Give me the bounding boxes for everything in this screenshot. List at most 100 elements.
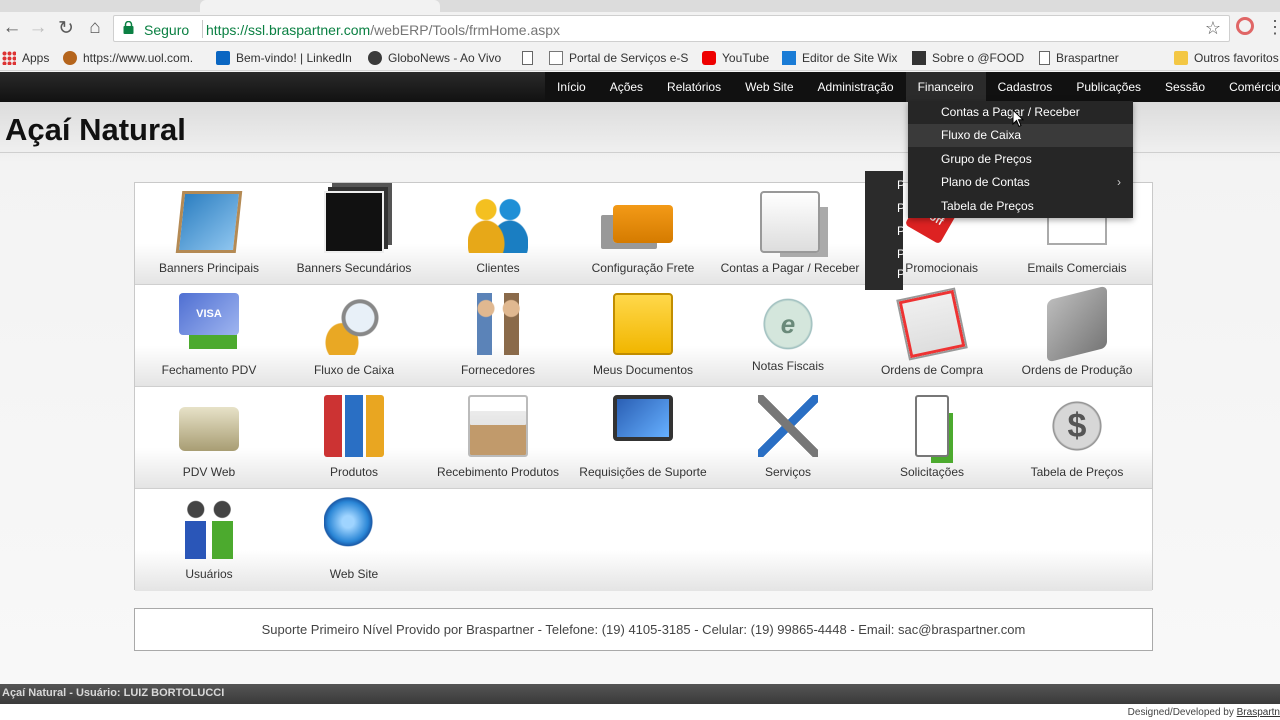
bookmark-label: Braspartner	[1056, 51, 1119, 65]
bookmark-page[interactable]	[522, 49, 539, 67]
bookmark-other-favorites[interactable]: Outros favoritos	[1174, 49, 1279, 67]
tile-ordens-de-compra[interactable]: Ordens de Compra	[860, 285, 1004, 387]
active-tab[interactable]	[200, 0, 440, 12]
package-icon	[468, 395, 528, 457]
popup-item[interactable]: P	[897, 201, 903, 215]
popup-item[interactable]: P	[897, 178, 903, 192]
nav-item-inicio[interactable]: Início	[545, 72, 598, 102]
tile-label: Meus Documentos	[592, 363, 694, 377]
easel-icon	[175, 191, 243, 253]
nfe-icon: e	[758, 293, 818, 355]
photos-icon	[324, 191, 384, 253]
module-row: VISA Fechamento PDV Fluxo de Caixa Fornec…	[135, 285, 1152, 387]
popup-item[interactable]: P	[897, 247, 903, 261]
nav-item-comercio[interactable]: Comércio	[1217, 72, 1280, 102]
dropdown-item-tabela-de-precos[interactable]: Tabela de Preços	[908, 195, 1133, 218]
bookmark-globonews[interactable]: GloboNews - Ao Vivo	[368, 49, 501, 67]
omnibox-divider	[202, 20, 203, 38]
tile-pdv-web[interactable]: PDV Web	[137, 387, 281, 489]
bills-icon	[760, 191, 820, 253]
bookmark-food[interactable]: Sobre o @FOOD	[912, 49, 1024, 67]
tile-notas-fiscais[interactable]: e Notas Fiscais	[716, 285, 860, 387]
developer-link[interactable]: Braspartn	[1237, 707, 1280, 718]
bookmark-apps[interactable]: Apps	[2, 49, 49, 67]
tile-clientes[interactable]: Clientes	[426, 183, 570, 285]
tile-banners-principais[interactable]: Banners Principais	[137, 183, 281, 285]
nav-item-publicacoes[interactable]: Publicações	[1064, 72, 1153, 102]
bookmark-braspartner[interactable]: Braspartner	[1039, 49, 1119, 67]
tile-produtos[interactable]: Produtos	[282, 387, 426, 489]
nav-item-cadastros[interactable]: Cadastros	[986, 72, 1065, 102]
dropdown-item-label: Plano de Contas	[941, 175, 1030, 189]
tile-usuarios[interactable]: Usuários	[137, 489, 281, 591]
browser-toolbar: ← → ↻ ⌂ Seguro https://ssl.braspartner.c…	[0, 12, 1280, 44]
bookmark-wix[interactable]: Editor de Site Wix	[782, 49, 897, 67]
module-row: Usuários Web Site	[135, 489, 1152, 591]
url-host: https://ssl.braspartner.com	[206, 22, 371, 38]
bookmark-linkedin[interactable]: Bem-vindo! | LinkedIn	[216, 49, 352, 67]
url-text[interactable]: https://ssl.braspartner.com/webERP/Tools…	[206, 22, 560, 38]
bookmark-star-icon[interactable]: ☆	[1205, 18, 1221, 39]
nav-item-web-site[interactable]: Web Site	[733, 72, 805, 102]
bookmark-label: Bem-vindo! | LinkedIn	[236, 51, 352, 65]
tile-configuracao-frete[interactable]: Configuração Frete	[571, 183, 715, 285]
bookmark-label: YouTube	[722, 51, 770, 65]
dropdown-item-plano-de-contas[interactable]: Plano de Contas ›	[908, 171, 1133, 194]
main-menu: Início Ações Relatórios Web Site Adminis…	[545, 72, 1280, 102]
bookmark-label: https://www.uol.com.	[83, 51, 194, 65]
tile-contas-pagar-receber[interactable]: Contas a Pagar / Receber	[718, 183, 862, 285]
browser-menu-icon[interactable]: ⋮	[1266, 14, 1280, 40]
nav-item-administracao[interactable]: Administração	[806, 72, 906, 102]
food-icon	[912, 51, 926, 65]
session-user-info: Açaí Natural - Usuário: LUIZ BORTOLUCCI	[2, 687, 225, 699]
tile-label: PDV Web	[182, 465, 236, 479]
extension-icon[interactable]	[1236, 17, 1254, 35]
tile-servicos[interactable]: Serviços	[716, 387, 860, 489]
popup-item[interactable]: P	[897, 224, 903, 238]
url-path: /webERP/Tools/frmHome.aspx	[370, 22, 561, 38]
popup-item[interactable]: P	[897, 267, 903, 281]
bookmark-uol[interactable]: https://www.uol.com.	[63, 49, 193, 67]
tile-label: Ordens de Compra	[880, 363, 984, 377]
module-row: PDV Web Produtos Recebimento Produtos Re…	[135, 387, 1152, 489]
uol-icon	[63, 51, 77, 65]
tile-fechamento-pdv[interactable]: VISA Fechamento PDV	[137, 285, 281, 387]
reload-icon[interactable]: ↻	[54, 16, 78, 40]
tile-banners-secundarios[interactable]: Banners Secundários	[282, 183, 426, 285]
tile-recebimento-produtos[interactable]: Recebimento Produtos	[426, 387, 570, 489]
tile-meus-documentos[interactable]: Meus Documentos	[571, 285, 715, 387]
tile-web-site[interactable]: Web Site	[282, 489, 426, 591]
tile-label: Usuários	[185, 567, 233, 581]
bookmark-portal[interactable]: Portal de Serviços e-S	[549, 49, 688, 67]
nav-item-acoes[interactable]: Ações	[598, 72, 655, 102]
bookmarks-bar: Apps https://www.uol.com. Bem-vindo! | L…	[0, 44, 1280, 71]
globonews-icon	[368, 51, 382, 65]
nav-item-financeiro[interactable]: Financeiro	[905, 72, 986, 102]
dropdown-item-grupo-de-precos[interactable]: Grupo de Preços	[908, 148, 1133, 171]
tile-label: Configuração Frete	[591, 261, 695, 275]
tile-label: Ordens de Produção	[1021, 363, 1133, 377]
bookmark-label: Editor de Site Wix	[802, 51, 898, 65]
page-icon	[1039, 51, 1050, 65]
nav-item-relatorios[interactable]: Relatórios	[655, 72, 733, 102]
tile-solicitacoes[interactable]: Solicitações	[860, 387, 1004, 489]
forward-icon[interactable]: →	[26, 16, 50, 40]
tile-tabela-de-precos[interactable]: $ Tabela de Preços	[1005, 387, 1149, 489]
tile-label: Fechamento PDV	[161, 363, 257, 377]
tile-label: Fornecedores	[460, 363, 536, 377]
tile-fluxo-de-caixa[interactable]: Fluxo de Caixa	[282, 285, 426, 387]
tile-label: Notas Fiscais	[751, 359, 825, 373]
nav-item-sessao[interactable]: Sessão	[1153, 72, 1217, 102]
tile-label: Fluxo de Caixa	[313, 363, 395, 377]
tile-requisicoes-de-suporte[interactable]: Requisições de Suporte	[571, 387, 715, 489]
back-icon[interactable]: ←	[0, 16, 24, 40]
tools-icon	[758, 395, 818, 457]
module-grid: Banners Principais Banners Secundários C…	[134, 182, 1153, 591]
youtube-icon	[702, 51, 716, 65]
tile-label: Banners Secundários	[296, 261, 412, 275]
bookmark-youtube[interactable]: YouTube	[702, 49, 769, 67]
tile-ordens-de-producao[interactable]: Ordens de Produção	[1005, 285, 1149, 387]
tile-fornecedores[interactable]: Fornecedores	[426, 285, 570, 387]
home-icon[interactable]: ⌂	[83, 16, 107, 40]
address-bar[interactable]: Seguro https://ssl.braspartner.com/webER…	[113, 15, 1230, 42]
